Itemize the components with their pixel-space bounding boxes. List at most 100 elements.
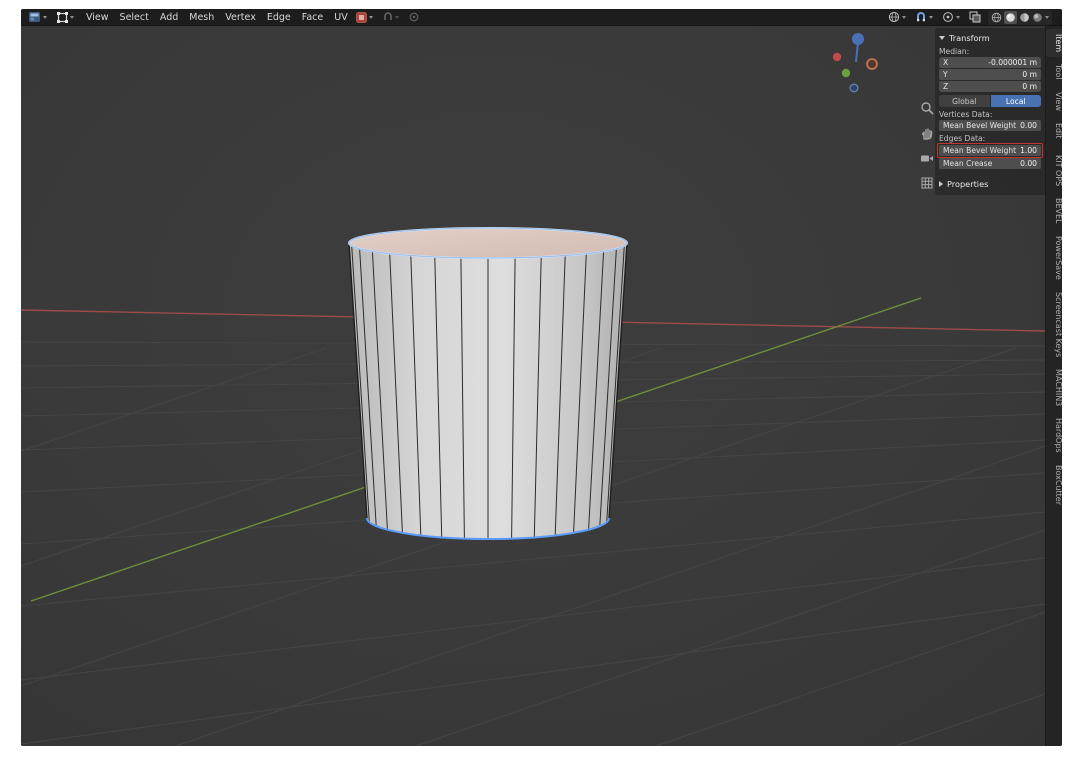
chevron-down-icon — [956, 15, 960, 19]
orientation-globe-glyph — [888, 11, 900, 23]
xray-glyph — [969, 11, 981, 23]
header-right-icons — [886, 9, 1052, 25]
chevron-down-icon — [43, 15, 47, 19]
editor-type-icon[interactable] — [27, 11, 49, 24]
local-button[interactable]: Local — [990, 95, 1041, 107]
pan-hand-icon[interactable] — [919, 125, 935, 141]
tab-tool[interactable]: Tool — [1046, 59, 1062, 85]
shading-wireframe-icon[interactable] — [991, 12, 1002, 23]
tab-powersave[interactable]: PowerSave — [1046, 231, 1062, 285]
transform-orientation-icon[interactable] — [886, 11, 908, 24]
camera-view-icon[interactable] — [919, 150, 935, 166]
gizmo-x-axis — [832, 52, 842, 62]
collapse-caret-icon — [939, 180, 943, 187]
xray-toggle-icon[interactable] — [967, 11, 983, 24]
edge-mean-crease-value: 0.00 — [1020, 159, 1037, 168]
magnet-glyph — [917, 12, 925, 22]
axis-gizmo-glyph — [832, 33, 878, 93]
edge-mean-crease-field[interactable]: Mean Crease 0.00 — [939, 158, 1041, 169]
viewport-3d[interactable]: Transform Median: X -0.000001 m Y 0 m Z … — [21, 26, 1062, 746]
active-tool-red-icon[interactable] — [354, 11, 375, 24]
gizmo-y-axis — [841, 68, 851, 78]
navigation-gizmo[interactable] — [820, 28, 892, 100]
median-x-value: -0.000001 m — [988, 58, 1037, 67]
gizmo-x-neg-axis — [866, 58, 878, 70]
menu-mesh[interactable]: Mesh — [189, 12, 214, 23]
shading-rendered-icon[interactable] — [1032, 12, 1043, 23]
viewport-header: View Select Add Mesh Vertex Edge Face UV — [21, 9, 1062, 26]
properties-panel-header[interactable]: Properties — [939, 177, 1041, 190]
snap-magnet-icon[interactable] — [913, 11, 935, 24]
median-y-value: 0 m — [1022, 70, 1037, 79]
tab-view[interactable]: View — [1046, 87, 1062, 116]
tab-machin3[interactable]: MACHIN3 — [1046, 364, 1062, 411]
gizmo-z-neg-axis — [849, 83, 859, 93]
menu-select[interactable]: Select — [120, 12, 149, 23]
shading-solid-icon[interactable] — [1004, 10, 1017, 24]
menu-add[interactable]: Add — [160, 12, 178, 23]
vertex-mean-bevel-weight-value: 0.00 — [1020, 121, 1037, 130]
tab-hardops[interactable]: HardOps — [1046, 413, 1062, 458]
properties-panel-title: Properties — [947, 178, 989, 189]
snapping-icon[interactable] — [381, 11, 401, 24]
viewport-canvas — [21, 227, 1046, 746]
edge-mean-crease-label: Mean Crease — [943, 159, 993, 168]
editor-type-glyph — [29, 11, 40, 22]
menu-face[interactable]: Face — [302, 12, 323, 23]
median-y-field[interactable]: Y 0 m — [939, 69, 1041, 80]
chevron-down-icon — [70, 15, 74, 19]
tab-boxcutter[interactable]: BoxCutter — [1046, 460, 1062, 510]
gizmo-z-axis — [852, 33, 864, 45]
edit-mode-cube-glyph — [57, 11, 68, 23]
tab-screencast-keys[interactable]: Screencast Keys — [1046, 287, 1062, 362]
chevron-down-icon — [929, 15, 933, 19]
tab-edit[interactable]: Edit — [1046, 118, 1062, 144]
menu-edge[interactable]: Edge — [267, 12, 291, 23]
median-z-label: Z — [943, 82, 949, 91]
median-x-field[interactable]: X -0.000001 m — [939, 57, 1041, 68]
cylinder-mesh[interactable] — [348, 227, 628, 540]
menu-view[interactable]: View — [86, 12, 109, 23]
global-button[interactable]: Global — [939, 95, 990, 107]
zoom-icon[interactable] — [919, 100, 935, 116]
mode-selector-icon[interactable] — [55, 11, 76, 24]
material-sphere-glyph — [1020, 12, 1029, 22]
vertex-mean-bevel-weight-field[interactable]: Mean Bevel Weight 0.00 — [939, 120, 1041, 131]
orthographic-grid-icon[interactable] — [919, 175, 935, 191]
proportional-editing-icon[interactable] — [407, 11, 421, 24]
tab-bevel[interactable]: BEVEL — [1046, 193, 1062, 229]
shading-material-icon[interactable] — [1019, 12, 1030, 23]
sidebar-panel: Transform Median: X -0.000001 m Y 0 m Z … — [935, 28, 1045, 195]
tab-item[interactable]: Item — [1046, 29, 1062, 58]
menu-bar: View Select Add Mesh Vertex Edge Face UV — [86, 12, 348, 23]
chevron-down-icon — [1045, 15, 1049, 19]
tab-kit-ops[interactable]: KIT OPS — [1046, 150, 1062, 191]
collapse-caret-icon — [939, 35, 945, 40]
proportional-glyph — [409, 12, 419, 22]
wireframe-sphere-glyph — [991, 12, 1002, 22]
pivot-glyph — [943, 12, 953, 22]
edge-mean-bevel-weight-label: Mean Bevel Weight — [943, 146, 1017, 155]
edge-mean-bevel-weight-value: 1.00 — [1020, 146, 1037, 155]
vertex-mean-bevel-weight-label: Mean Bevel Weight — [943, 121, 1017, 130]
menu-vertex[interactable]: Vertex — [225, 12, 256, 23]
median-x-label: X — [943, 58, 949, 67]
edges-data-label: Edges Data: — [939, 134, 986, 143]
red-tool-glyph — [355, 11, 367, 23]
solid-sphere-glyph — [1006, 12, 1015, 22]
sidebar-tab-strip: Item Tool View Edit KIT OPS BEVEL PowerS… — [1045, 26, 1062, 746]
chevron-down-icon — [394, 15, 399, 19]
transform-panel-header[interactable]: Transform — [939, 31, 1041, 44]
blender-window: View Select Add Mesh Vertex Edge Face UV — [21, 9, 1062, 746]
orientation-toggle: Global Local — [939, 95, 1041, 107]
transform-panel-title: Transform — [949, 32, 990, 43]
pivot-point-icon[interactable] — [940, 11, 962, 24]
viewport-tool-column — [918, 100, 936, 191]
median-z-field[interactable]: Z 0 m — [939, 81, 1041, 92]
magnet-glyph — [383, 12, 392, 20]
median-value-group: X -0.000001 m Y 0 m Z 0 m — [939, 57, 1041, 92]
edge-mean-bevel-weight-field[interactable]: Mean Bevel Weight 1.00 — [939, 145, 1041, 156]
rendered-sphere-glyph — [1033, 12, 1042, 22]
vertices-data-label: Vertices Data: — [939, 110, 993, 119]
menu-uv[interactable]: UV — [334, 12, 347, 23]
